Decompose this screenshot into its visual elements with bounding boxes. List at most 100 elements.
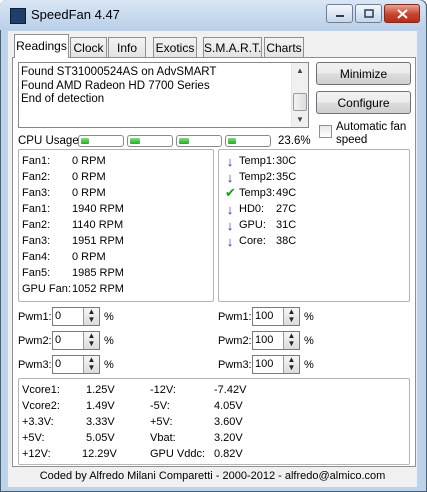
spin-arrows-icon[interactable]: ▲ ▼	[283, 356, 299, 373]
tab-smart[interactable]: S.M.A.R.T.	[203, 37, 262, 57]
voltage-value: 1.25V	[86, 384, 115, 396]
cpu-core-bar	[225, 135, 271, 147]
scroll-down-icon[interactable]: ▼	[296, 115, 304, 124]
pwm-unit: %	[104, 311, 114, 323]
tab-label: Charts	[266, 41, 302, 55]
cpu-core-fill	[228, 138, 236, 144]
pwm-label: Pwm2:	[218, 335, 252, 347]
voltage-name: +5V:	[150, 416, 173, 428]
pwm-label: Pwm1:	[218, 311, 252, 323]
pwm-spinner[interactable]: 100 ▲ ▼	[252, 331, 300, 350]
pwm-spinner[interactable]: 0 ▲ ▼	[52, 331, 100, 350]
pwm-value: 100	[255, 358, 274, 370]
pwm-unit: %	[104, 359, 114, 371]
tab-label: S.M.A.R.T.	[204, 41, 262, 55]
pwm-spinner[interactable]: 0 ▲ ▼	[52, 355, 100, 374]
cpu-core-fill	[179, 138, 189, 144]
pwm-unit: %	[104, 335, 114, 347]
configure-button[interactable]: Configure	[316, 91, 411, 114]
tab-exotics[interactable]: Exotics	[153, 37, 197, 57]
fan-value: 1985 RPM	[72, 267, 124, 279]
detection-log[interactable]: Found ST31000524AS on AdvSMART Found AMD…	[18, 62, 309, 128]
window-title: SpeedFan 4.47	[31, 7, 120, 22]
voltage-name: -12V:	[150, 384, 176, 396]
log-line: Found AMD Radeon HD 7700 Series	[21, 79, 210, 92]
tab-label: Info	[116, 41, 137, 55]
temp-value: 31C	[276, 219, 297, 231]
temp-value: 27C	[276, 203, 297, 215]
voltage-value: 3.33V	[86, 416, 115, 428]
spin-arrows-icon[interactable]: ▲ ▼	[83, 356, 99, 373]
spin-arrows-icon[interactable]: ▲ ▼	[283, 308, 299, 325]
tab-charts[interactable]: Charts	[264, 37, 304, 57]
cpu-core-bar	[127, 135, 173, 147]
spin-arrows-icon[interactable]: ▲ ▼	[83, 332, 99, 349]
voltage-value: 5.05V	[86, 432, 115, 444]
spin-arrows-icon[interactable]: ▲ ▼	[83, 308, 99, 325]
fan-name: Fan1:	[22, 203, 51, 215]
arrow-down-icon: ↓	[226, 202, 234, 217]
pwm-spinner[interactable]: 100 ▲ ▼	[252, 307, 300, 326]
fan-name: Fan3:	[22, 187, 51, 199]
voltage-name: +5V:	[22, 432, 45, 444]
temp-name: Temp2:	[239, 171, 276, 183]
tab-clock[interactable]: Clock	[70, 37, 107, 57]
temp-name: Temp1:	[239, 155, 276, 167]
pwm-label: Pwm3:	[18, 359, 52, 371]
tab-info[interactable]: Info	[108, 37, 146, 57]
cpu-usage-label: CPU Usage	[18, 135, 79, 147]
voltage-name: Vcore1:	[22, 384, 60, 396]
scroll-up-icon[interactable]: ▲	[296, 66, 304, 75]
credits-footer: Coded by Alfredo Milani Comparetti - 200…	[39, 470, 386, 482]
close-window-button[interactable]	[384, 4, 420, 23]
log-lines: Found ST31000524AS on AdvSMART Found AMD…	[21, 66, 293, 107]
voltage-value: 0.82V	[214, 448, 243, 460]
temp-value: 38C	[276, 235, 297, 247]
log-line: Found ST31000524AS on AdvSMART	[21, 66, 217, 78]
tab-readings[interactable]: Readings	[14, 34, 69, 58]
arrow-down-icon: ↓	[226, 154, 234, 169]
fan-name: Fan4:	[22, 251, 51, 263]
minimize-button[interactable]: Minimize	[316, 62, 411, 85]
voltage-name: +12V:	[22, 448, 51, 460]
temp-name: GPU:	[239, 219, 266, 231]
pwm-label: Pwm3:	[218, 359, 252, 371]
voltage-name: Vbat:	[150, 432, 176, 444]
voltage-value: 3.60V	[214, 416, 243, 428]
log-line: End of detection	[21, 93, 105, 105]
arrow-down-icon: ↓	[226, 234, 234, 249]
voltage-value: 3.20V	[214, 432, 243, 444]
tab-label: Readings	[16, 39, 67, 53]
pwm-unit: %	[304, 311, 314, 323]
spin-arrows-icon[interactable]: ▲ ▼	[283, 332, 299, 349]
cpu-core-fill	[130, 138, 140, 144]
fan-name: GPU Fan:	[22, 283, 71, 295]
pwm-unit: %	[304, 359, 314, 371]
scroll-thumb[interactable]	[293, 93, 307, 111]
title-bar[interactable]: SpeedFan 4.47	[0, 0, 425, 30]
fan-value: 0 RPM	[72, 171, 106, 183]
pwm-value: 0	[55, 310, 62, 322]
pwm-spinner[interactable]: 100 ▲ ▼	[252, 355, 300, 374]
voltage-value: 4.05V	[214, 400, 243, 412]
pwm-label: Pwm1:	[18, 311, 52, 323]
temp-name: Temp3:	[239, 187, 276, 199]
voltage-value: 12.29V	[82, 448, 117, 460]
fan-name: Fan2:	[22, 219, 51, 231]
maximize-icon	[363, 9, 374, 18]
pwm-spinner[interactable]: 0 ▲ ▼	[52, 307, 100, 326]
fan-value: 1951 RPM	[72, 235, 124, 247]
automatic-fan-speed-checkbox[interactable]	[319, 125, 332, 138]
voltage-name: GPU Vddc:	[150, 448, 206, 460]
arrow-down-icon: ↓	[226, 218, 234, 233]
voltage-name: -5V:	[150, 400, 170, 412]
pwm-value: 0	[55, 334, 62, 346]
fan-value: 0 RPM	[72, 187, 106, 199]
log-scrollbar[interactable]: ▲ ▼	[291, 63, 308, 127]
minimize-window-button[interactable]	[326, 4, 353, 23]
voltage-value: 1.49V	[86, 400, 115, 412]
pwm-label: Pwm2:	[18, 335, 52, 347]
temp-value: 49C	[276, 187, 297, 199]
automatic-fan-speed-label: Automatic fan speed	[336, 121, 407, 146]
maximize-window-button[interactable]	[355, 4, 382, 23]
